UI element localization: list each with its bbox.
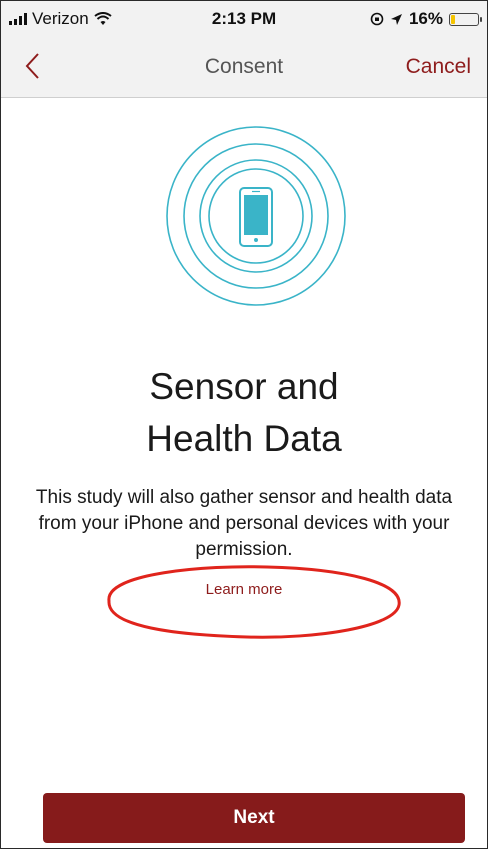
phone-sensor-rings-icon (166, 126, 346, 306)
section-heading: Sensor and Health Data (1, 361, 487, 465)
heading-line-1: Sensor and (149, 366, 339, 407)
red-circle-annotation (107, 565, 401, 639)
battery-percent: 16% (408, 9, 443, 28)
heading-line-2: Health Data (146, 418, 342, 459)
status-right: 16% (370, 9, 482, 29)
learn-more-link[interactable]: Learn more (1, 581, 487, 598)
location-arrow-icon (390, 13, 402, 25)
orientation-lock-icon (370, 12, 384, 26)
app-screen: Verizon 2:13 PM 16% Consent Cancel Senso… (0, 0, 488, 849)
status-bar: Verizon 2:13 PM 16% (1, 1, 487, 37)
description-text: This study will also gather sensor and h… (35, 487, 453, 560)
battery-icon (449, 12, 482, 26)
cancel-button[interactable]: Cancel (406, 55, 471, 79)
navigation-bar: Consent Cancel (1, 37, 487, 98)
battery-level-fill (451, 14, 455, 24)
next-button[interactable]: Next (43, 793, 465, 843)
